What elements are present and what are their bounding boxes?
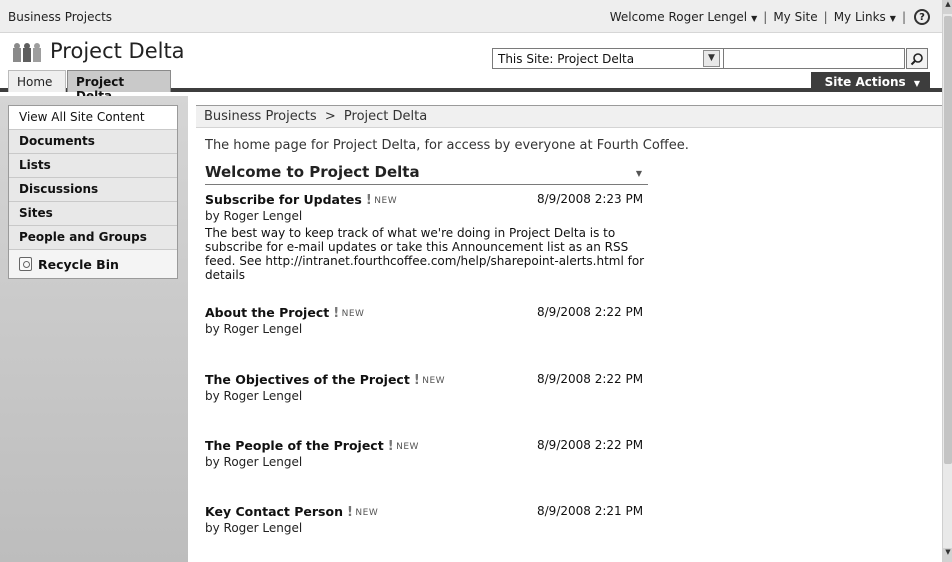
breadcrumb: Business Projects > Project Delta [196, 105, 942, 128]
site-collection-link[interactable]: Business Projects [8, 10, 112, 24]
site-logo-icon [13, 43, 41, 62]
chevron-down-icon[interactable]: ▼ [703, 50, 720, 67]
search-icon [910, 52, 923, 65]
announcement-date: 8/9/2008 2:21 PM [537, 504, 644, 518]
scroll-down-icon[interactable]: ▼ [943, 548, 952, 562]
quick-launch: View All Site Content Documents Lists Di… [8, 105, 178, 279]
breadcrumb-separator: > [324, 109, 336, 124]
new-label: NEW [355, 508, 379, 518]
quicklaunch-lists[interactable]: Lists [9, 154, 177, 178]
chevron-down-icon[interactable]: ▼ [636, 169, 642, 178]
webpart-title[interactable]: Welcome to Project Delta ▼ [205, 163, 648, 185]
new-icon: ! [365, 193, 373, 208]
scroll-thumb[interactable] [944, 16, 952, 464]
vertical-scrollbar[interactable]: ▲ ▼ [942, 0, 952, 562]
breadcrumb-current: Project Delta [343, 109, 428, 124]
quicklaunch-people-and-groups[interactable]: People and Groups [9, 226, 177, 250]
announcement-item: The Objectives of the Project! NEW 8/9/20… [205, 372, 645, 403]
welcome-menu[interactable]: Welcome Roger Lengel ▼ [610, 10, 758, 24]
tab-project-delta[interactable]: Project Delta [67, 70, 171, 103]
tab-home[interactable]: Home [8, 70, 66, 92]
search-scope-value: This Site: Project Delta [498, 52, 635, 66]
announcement-author: by Roger Lengel [205, 322, 303, 336]
site-description: The home page for Project Delta, for acc… [205, 138, 689, 153]
chevron-down-icon: ▼ [913, 79, 920, 88]
new-icon: ! [346, 505, 354, 520]
recycle-bin-link[interactable]: Recycle Bin [9, 250, 177, 278]
new-label: NEW [422, 376, 446, 386]
chevron-down-icon: ▼ [889, 14, 896, 23]
new-label: NEW [341, 309, 365, 319]
breadcrumb-parent-link[interactable]: Business Projects [204, 109, 317, 124]
announcement-title-link[interactable]: Key Contact Person [205, 504, 343, 519]
announcement-author: by Roger Lengel [205, 521, 303, 535]
announcement-title-link[interactable]: Subscribe for Updates [205, 192, 362, 207]
announcement-item: The People of the Project! NEW 8/9/2008 2… [205, 438, 645, 469]
search-button[interactable] [906, 48, 928, 69]
new-icon: ! [413, 373, 421, 388]
webpart-title-text: Welcome to Project Delta [205, 163, 420, 181]
new-badge: ! NEW [414, 373, 445, 388]
announcement-date: 8/9/2008 2:22 PM [537, 438, 644, 452]
scroll-up-icon[interactable]: ▲ [943, 0, 952, 14]
search-scope-select[interactable]: This Site: Project Delta ▼ [492, 48, 724, 69]
new-badge: ! NEW [347, 505, 378, 520]
announcement-title-link[interactable]: The Objectives of the Project [205, 372, 410, 387]
my-site-link[interactable]: My Site [773, 10, 817, 24]
announcement-date: 8/9/2008 2:22 PM [537, 305, 644, 319]
announcement-item: Subscribe for Updates! NEW 8/9/2008 2:23 … [205, 192, 645, 282]
separator: | [823, 10, 828, 24]
quicklaunch-discussions[interactable]: Discussions [9, 178, 177, 202]
new-label: NEW [374, 196, 398, 206]
site-actions-label: Site Actions [824, 75, 906, 89]
announcement-title-link[interactable]: About the Project [205, 305, 329, 320]
announcement-item: About the Project! NEW 8/9/2008 2:22 PM b… [205, 305, 645, 336]
new-label: NEW [396, 442, 419, 452]
view-all-site-content-link[interactable]: View All Site Content [9, 106, 177, 130]
announcement-title-link[interactable]: The People of the Project [205, 438, 384, 453]
recycle-bin-icon [19, 257, 32, 271]
quicklaunch-documents[interactable]: Documents [9, 130, 177, 154]
new-icon: ! [387, 439, 395, 454]
help-icon[interactable]: ? [914, 9, 930, 25]
separator: | [763, 10, 768, 24]
announcement-author: by Roger Lengel [205, 455, 303, 469]
global-bar: Business Projects Welcome Roger Lengel ▼ … [0, 0, 942, 33]
welcome-label: Welcome Roger Lengel [609, 10, 748, 24]
announcement-author: by Roger Lengel [205, 209, 303, 223]
new-badge: ! NEW [333, 306, 364, 321]
new-badge: ! NEW [388, 439, 419, 454]
site-actions-menu[interactable]: Site Actions ▼ [811, 72, 930, 92]
global-links: Welcome Roger Lengel ▼ | My Site | My Lin… [610, 9, 930, 25]
new-icon: ! [333, 306, 340, 321]
announcement-body: The best way to keep track of what we're… [205, 226, 645, 282]
announcement-item: Key Contact Person! NEW 8/9/2008 2:21 PM … [205, 504, 645, 535]
chevron-down-icon: ▼ [751, 14, 758, 23]
top-nav-bar: Home Project Delta Site Actions ▼ [0, 70, 942, 103]
site-title[interactable]: Project Delta [50, 39, 185, 63]
new-badge: ! NEW [366, 193, 397, 208]
announcement-author: by Roger Lengel [205, 389, 303, 403]
search-input[interactable] [723, 48, 905, 69]
recycle-bin-label: Recycle Bin [38, 256, 119, 272]
announcement-date: 8/9/2008 2:23 PM [537, 192, 644, 206]
announcement-date: 8/9/2008 2:22 PM [537, 372, 644, 386]
my-links-label: My Links [833, 10, 886, 24]
quicklaunch-sites[interactable]: Sites [9, 202, 177, 226]
my-links-menu[interactable]: My Links ▼ [834, 10, 896, 24]
separator: | [901, 10, 906, 24]
